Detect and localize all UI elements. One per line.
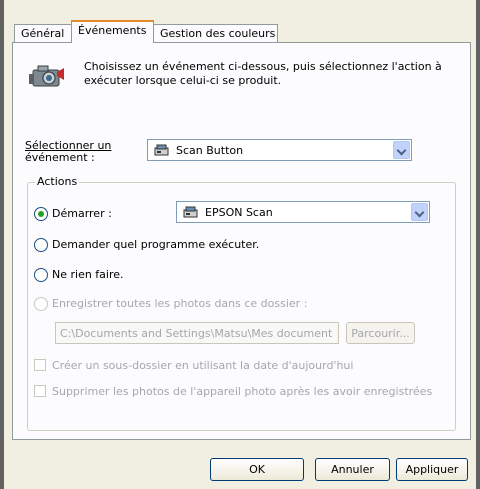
event-select[interactable]: Scan Button: [147, 139, 412, 161]
event-label-line2: événement :: [25, 151, 95, 164]
chevron-down-icon[interactable]: [393, 141, 410, 159]
radio-save-button[interactable]: [34, 297, 48, 311]
chevron-down-icon[interactable]: [411, 203, 428, 221]
apply-button[interactable]: Appliquer: [396, 458, 468, 481]
radio-nothing-button[interactable]: [34, 268, 48, 282]
radio-start-button[interactable]: [34, 207, 48, 221]
radio-nothing-label: Ne rien faire.: [52, 268, 124, 281]
delete-checkbox[interactable]: [34, 385, 46, 397]
program-select[interactable]: EPSON Scan: [176, 201, 430, 223]
tab-events[interactable]: Événements: [71, 20, 154, 43]
event-select-value: Scan Button: [176, 144, 244, 157]
subfolder-label: Créer un sous-dossier en utilisant la da…: [52, 359, 354, 372]
tab-color-management[interactable]: Gestion des couleurs: [153, 24, 278, 42]
radio-save-label: Enregistrer toutes les photos dans ce do…: [52, 297, 308, 310]
intro-text: Choisissez un événement ci-dessous, puis…: [84, 60, 442, 87]
delete-label: Supprimer les photos de l'appareil photo…: [52, 385, 433, 398]
actions-group-title: Actions: [35, 175, 80, 188]
event-label: Sélectionner un événement :: [25, 140, 111, 164]
program-select-value: EPSON Scan: [205, 206, 273, 219]
radio-start-label: Démarrer :: [52, 207, 112, 220]
subfolder-checkbox[interactable]: [34, 359, 46, 371]
radio-ask-label: Demander quel programme exécuter.: [52, 238, 260, 251]
radio-ask-button[interactable]: [34, 238, 48, 252]
folder-path-input[interactable]: C:\Documents and Settings\Matsu\Mes docu…: [55, 322, 339, 344]
tab-general[interactable]: Général: [14, 24, 72, 42]
ok-button[interactable]: OK: [210, 458, 304, 481]
scanner-icon: [183, 204, 199, 220]
browse-button[interactable]: Parcourir...: [346, 322, 415, 344]
cancel-button[interactable]: Annuler: [315, 458, 390, 481]
camera-icon: [27, 60, 67, 90]
scanner-icon: [154, 142, 170, 158]
